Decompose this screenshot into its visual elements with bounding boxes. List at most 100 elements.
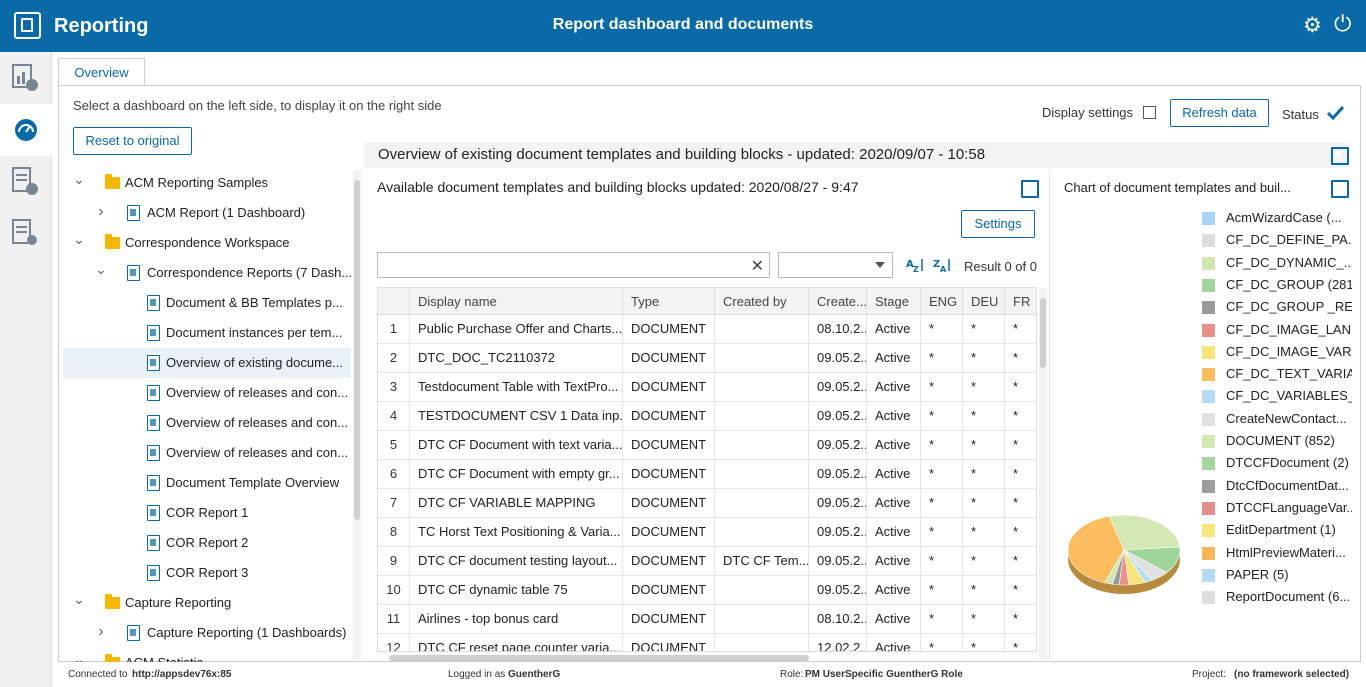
tree-item[interactable]: COR Report 2 — [63, 528, 351, 558]
tree-item[interactable]: ⌄ ACM Reporting Samples — [63, 168, 351, 198]
legend-item: AcmWizardCase (... — [1202, 209, 1352, 229]
legend-label: ReportDocument (6... — [1226, 589, 1351, 605]
tree-item[interactable]: COR Report 1 — [63, 498, 351, 528]
table-cell: * — [1005, 489, 1036, 518]
refresh-data-button[interactable]: Refresh data — [1170, 99, 1269, 127]
sort-ascending-icon[interactable]: AZ — [906, 257, 926, 273]
rail-documents-button[interactable] — [0, 156, 52, 208]
sort-descending-icon[interactable]: ZA — [933, 257, 953, 273]
tree-item[interactable]: ⌄ Correspondence Workspace — [63, 228, 351, 258]
column-header[interactable]: Create... — [809, 288, 867, 315]
table-row[interactable]: 4 TESTDOCUMENT CSV 1 Data inp... DOCUMENT 0… — [378, 402, 1036, 431]
tree-item[interactable]: › ACM Report (1 Dashboard) — [63, 198, 351, 228]
chevron-right-icon[interactable]: › — [95, 618, 107, 648]
reset-to-original-button[interactable]: Reset to original — [73, 127, 192, 155]
table-row[interactable]: 5 DTC CF Document with text varia... DOCUM… — [378, 431, 1036, 460]
tree-item[interactable]: ⌄ Capture Reporting — [63, 588, 351, 618]
table-row[interactable]: 10 DTC CF dynamic table 75 DOCUMENT 09.05.2… — [378, 576, 1036, 605]
legend-item: CreateNewContact... — [1202, 410, 1352, 430]
tree-item-label: Overview of releases and con... — [166, 445, 349, 460]
chart-expand-icon[interactable] — [1331, 180, 1349, 198]
project-value: (no framework selected) — [1234, 669, 1350, 680]
table-row[interactable]: 12 DTC CF reset page counter varia... DOCU… — [378, 634, 1036, 651]
table-cell: 9 — [378, 547, 410, 576]
table-cell: * — [963, 576, 1005, 605]
table-row[interactable]: 7 DTC CF VARIABLE MAPPING DOCUMENT 09.05.2.… — [378, 489, 1036, 518]
table-cell: * — [963, 547, 1005, 576]
tree-item[interactable]: ⌄ ACM Statistic — [63, 648, 351, 662]
table-cell: DOCUMENT — [623, 431, 715, 460]
hint-text: Select a dashboard on the left side, to … — [73, 98, 442, 113]
clear-search-icon[interactable]: ✕ — [751, 256, 764, 276]
table-expand-icon[interactable] — [1021, 180, 1039, 198]
display-settings-checkbox[interactable] — [1143, 106, 1156, 119]
report-icon — [147, 355, 160, 371]
tree-scrollbar[interactable] — [353, 170, 361, 660]
display-settings-label: Display settings — [1042, 105, 1134, 120]
table-cell: * — [921, 315, 963, 344]
table-row[interactable]: 8 TC Horst Text Positioning & Varia... DOC… — [378, 518, 1036, 547]
table-cell: 1 — [378, 315, 410, 344]
table-vertical-scrollbar[interactable] — [1039, 288, 1047, 660]
filter-select[interactable] — [778, 252, 893, 278]
tree-item[interactable]: › Capture Reporting (1 Dashboards) — [63, 618, 351, 648]
dashboard-expand-icon[interactable] — [1331, 147, 1349, 165]
table-row[interactable]: 11 Airlines - top bonus card DOCUMENT 08.10… — [378, 605, 1036, 634]
tree-item[interactable]: Overview of existing docume... — [63, 348, 351, 378]
column-header[interactable]: FR — [1005, 288, 1036, 315]
tree-item[interactable]: Overview of releases and con... — [63, 408, 351, 438]
legend-label: CF_DC_IMAGE_VAR... — [1226, 343, 1352, 359]
table-row[interactable]: 1 Public Purchase Offer and Charts... DOCU… — [378, 315, 1036, 344]
legend-label: DTCCFLanguageVar... — [1226, 499, 1352, 515]
column-header[interactable]: Stage — [867, 288, 921, 315]
chevron-down-icon[interactable]: ⌄ — [95, 258, 107, 288]
legend-swatch — [1202, 234, 1215, 248]
report-icon — [147, 415, 160, 431]
side-rail — [0, 52, 52, 687]
chevron-down-icon[interactable]: ⌄ — [73, 228, 85, 258]
table-row[interactable]: 2 DTC_DOC_TC2110372 DOCUMENT 09.05.2... Acti… — [378, 344, 1036, 373]
rail-reports-button[interactable] — [0, 52, 52, 104]
legend-item: CF_DC_GROUP _RE... — [1202, 298, 1352, 318]
legend-item: EditDepartment (1) — [1202, 521, 1352, 541]
rail-dashboard-button[interactable] — [0, 104, 52, 156]
column-header[interactable]: DEU — [963, 288, 1005, 315]
status-footer: Connected to http://appsdev76x:85 Logged… — [58, 665, 1361, 687]
tree-item[interactable]: COR Report 3 — [63, 558, 351, 588]
table-settings-button[interactable]: Settings — [961, 210, 1035, 238]
tree-item[interactable]: Overview of releases and con... — [63, 378, 351, 408]
table-horizontal-scrollbar[interactable] — [377, 654, 1037, 662]
legend-item: ReportDocument (6... — [1202, 588, 1352, 608]
tree-item[interactable]: Overview of releases and con... — [63, 438, 351, 468]
tree-item-label: Overview of releases and con... — [166, 415, 349, 430]
tree-item[interactable]: ⌄ Correspondence Reports (7 Dash... — [63, 258, 351, 288]
tab-overview[interactable]: Overview — [58, 58, 145, 86]
rail-search-button[interactable] — [0, 208, 52, 260]
column-header[interactable] — [378, 288, 410, 315]
table-cell: DTC CF VARIABLE MAPPING — [410, 489, 623, 518]
column-header[interactable]: Type — [623, 288, 715, 315]
settings-gear-icon[interactable]: ⚙ — [1303, 15, 1322, 36]
chevron-down-icon[interactable]: ⌄ — [73, 168, 85, 198]
tree-item[interactable]: Document Template Overview — [63, 468, 351, 498]
legend-item: DOCUMENT (852) — [1202, 432, 1352, 452]
chevron-right-icon[interactable]: › — [95, 198, 107, 228]
legend-item: PAPER (5) — [1202, 566, 1352, 586]
tree-item[interactable]: Document & BB Templates p... — [63, 288, 351, 318]
power-icon[interactable]: ⏻ — [1334, 13, 1351, 35]
tree-item[interactable]: Document instances per tem... — [63, 318, 351, 348]
table-row[interactable]: 3 Testdocument Table with TextPro... DOCUM… — [378, 373, 1036, 402]
table-row[interactable]: 6 DTC CF Document with empty gr... DOCUMEN… — [378, 460, 1036, 489]
search-input[interactable]: ✕ — [377, 252, 770, 278]
table-cell: * — [1005, 634, 1036, 651]
table-cell: * — [1005, 431, 1036, 460]
chevron-down-icon[interactable]: ⌄ — [73, 648, 85, 662]
table-cell: * — [921, 634, 963, 651]
column-header[interactable]: ENG — [921, 288, 963, 315]
column-header[interactable]: Display name — [410, 288, 623, 315]
table-row[interactable]: 9 DTC CF document testing layout... DOCUME… — [378, 547, 1036, 576]
chevron-down-icon[interactable]: ⌄ — [73, 588, 85, 618]
column-header[interactable]: Created by — [715, 288, 809, 315]
legend-swatch — [1202, 256, 1215, 270]
folder-icon — [105, 594, 120, 609]
